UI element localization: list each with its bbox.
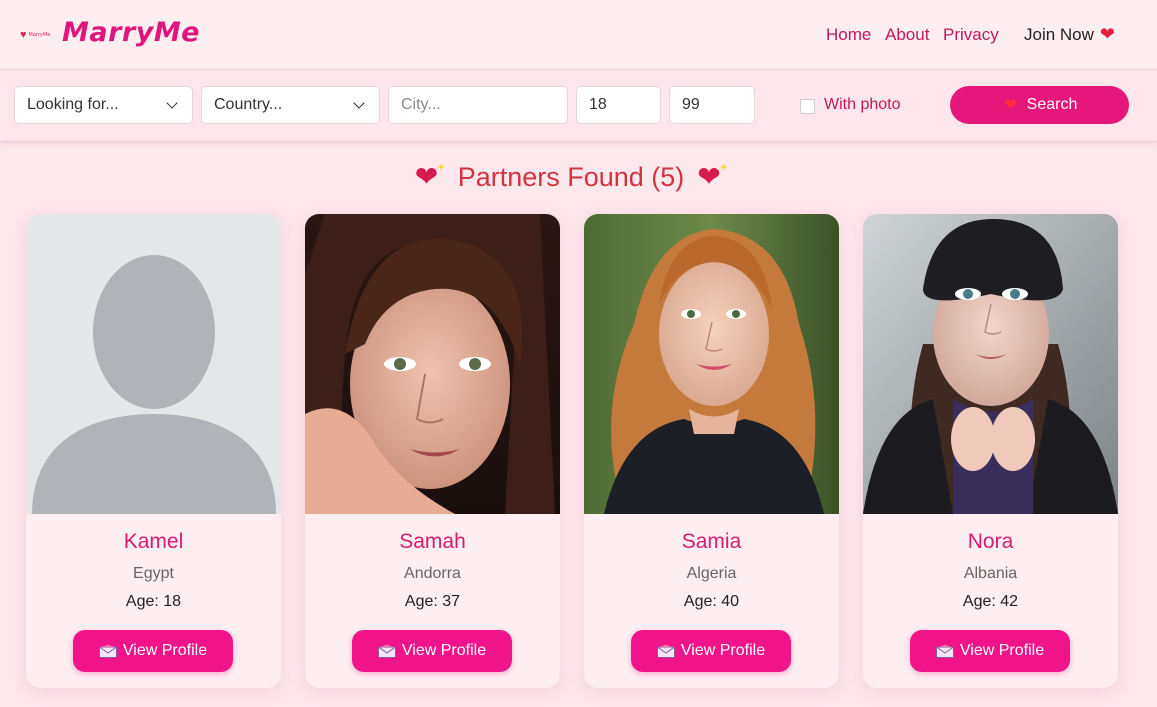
with-photo-checkbox[interactable] — [800, 99, 815, 114]
heart-icon: ❤ — [1003, 97, 1018, 114]
city-input[interactable]: City... — [388, 86, 568, 124]
profile-name: Samia — [681, 530, 742, 553]
mini-logo-text: MarryMe — [28, 32, 51, 38]
age-max-value: 99 — [682, 96, 700, 113]
search-filters: Looking for... Country... City... 18 99 … — [0, 70, 1157, 142]
nav-home[interactable]: Home — [826, 25, 871, 45]
search-button-label: Search — [1026, 96, 1078, 113]
profile-name: Nora — [967, 530, 1014, 553]
search-button[interactable]: ❤ Search — [950, 86, 1129, 124]
profile-age: Age: 42 — [962, 593, 1019, 610]
profile-age: Age: 37 — [404, 593, 461, 610]
results-heading: ❤ ✦ Partners Found (5) ❤ ✦ — [0, 160, 1142, 193]
view-profile-label: View Profile — [680, 642, 766, 659]
profile-card[interactable]: Samah Andorra Age: 37 View Profile — [305, 214, 560, 688]
results-title-text: Partners Found (5) — [457, 162, 685, 192]
profile-country: Andorra — [404, 565, 461, 582]
nav-about[interactable]: About — [885, 25, 929, 45]
chevron-down-icon — [353, 97, 365, 109]
view-profile-button[interactable]: View Profile — [73, 630, 233, 672]
view-profile-label: View Profile — [959, 642, 1045, 659]
view-profile-button[interactable]: View Profile — [631, 630, 791, 672]
portrait-photo[interactable] — [584, 214, 839, 514]
sparkling-heart-icon: ❤ ✦ — [414, 160, 446, 192]
profile-country: Albania — [963, 565, 1018, 582]
view-profile-button[interactable]: View Profile — [910, 630, 1070, 672]
looking-for-select[interactable]: Looking for... — [14, 86, 193, 124]
logo-heart-icon: ♥ — [20, 28, 27, 41]
profile-card[interactable]: Kamel Egypt Age: 18 View Profile — [26, 214, 281, 688]
portrait-photo[interactable] — [863, 214, 1118, 514]
heart-icon: ❤ — [1099, 24, 1116, 44]
looking-for-value: Looking for... — [27, 96, 119, 113]
envelope-icon — [377, 644, 396, 658]
city-placeholder: City... — [401, 96, 441, 113]
view-profile-label: View Profile — [122, 642, 208, 659]
envelope-icon — [935, 644, 954, 658]
view-profile-button[interactable]: View Profile — [352, 630, 512, 672]
country-select[interactable]: Country... — [201, 86, 380, 124]
age-min-input[interactable]: 18 — [576, 86, 661, 124]
portrait-photo[interactable] — [305, 214, 560, 514]
chevron-down-icon — [166, 97, 178, 109]
view-profile-label: View Profile — [401, 642, 487, 659]
profile-card[interactable]: Samia Algeria Age: 40 View Profile — [584, 214, 839, 688]
age-max-input[interactable]: 99 — [669, 86, 755, 124]
mini-logo-icon[interactable]: ♥ MarryMe — [20, 28, 50, 42]
nav-privacy[interactable]: Privacy — [943, 25, 999, 45]
country-value: Country... — [214, 96, 283, 113]
profile-name: Kamel — [123, 530, 184, 553]
age-min-value: 18 — [589, 96, 607, 113]
sparkling-heart-icon: ❤ ✦ — [697, 160, 729, 192]
profile-age: Age: 40 — [683, 593, 740, 610]
envelope-icon — [98, 644, 117, 658]
join-now-link[interactable]: Join Now ❤ — [1024, 24, 1115, 45]
with-photo-label: With photo — [824, 96, 901, 113]
site-header: ♥ MarryMe MarryMe Home About Privacy Joi… — [0, 0, 1157, 70]
join-now-label: Join Now — [1024, 24, 1094, 44]
envelope-icon — [656, 644, 675, 658]
with-photo-option[interactable]: With photo — [800, 96, 900, 114]
profile-age: Age: 18 — [125, 593, 182, 610]
profile-country: Egypt — [133, 565, 174, 582]
brand-logo[interactable]: MarryMe — [62, 17, 200, 48]
profile-name: Samah — [399, 530, 466, 553]
default-avatar-icon[interactable] — [26, 214, 281, 514]
profile-card[interactable]: Nora Albania Age: 42 View Profile — [863, 214, 1118, 688]
profile-country: Algeria — [686, 565, 737, 582]
